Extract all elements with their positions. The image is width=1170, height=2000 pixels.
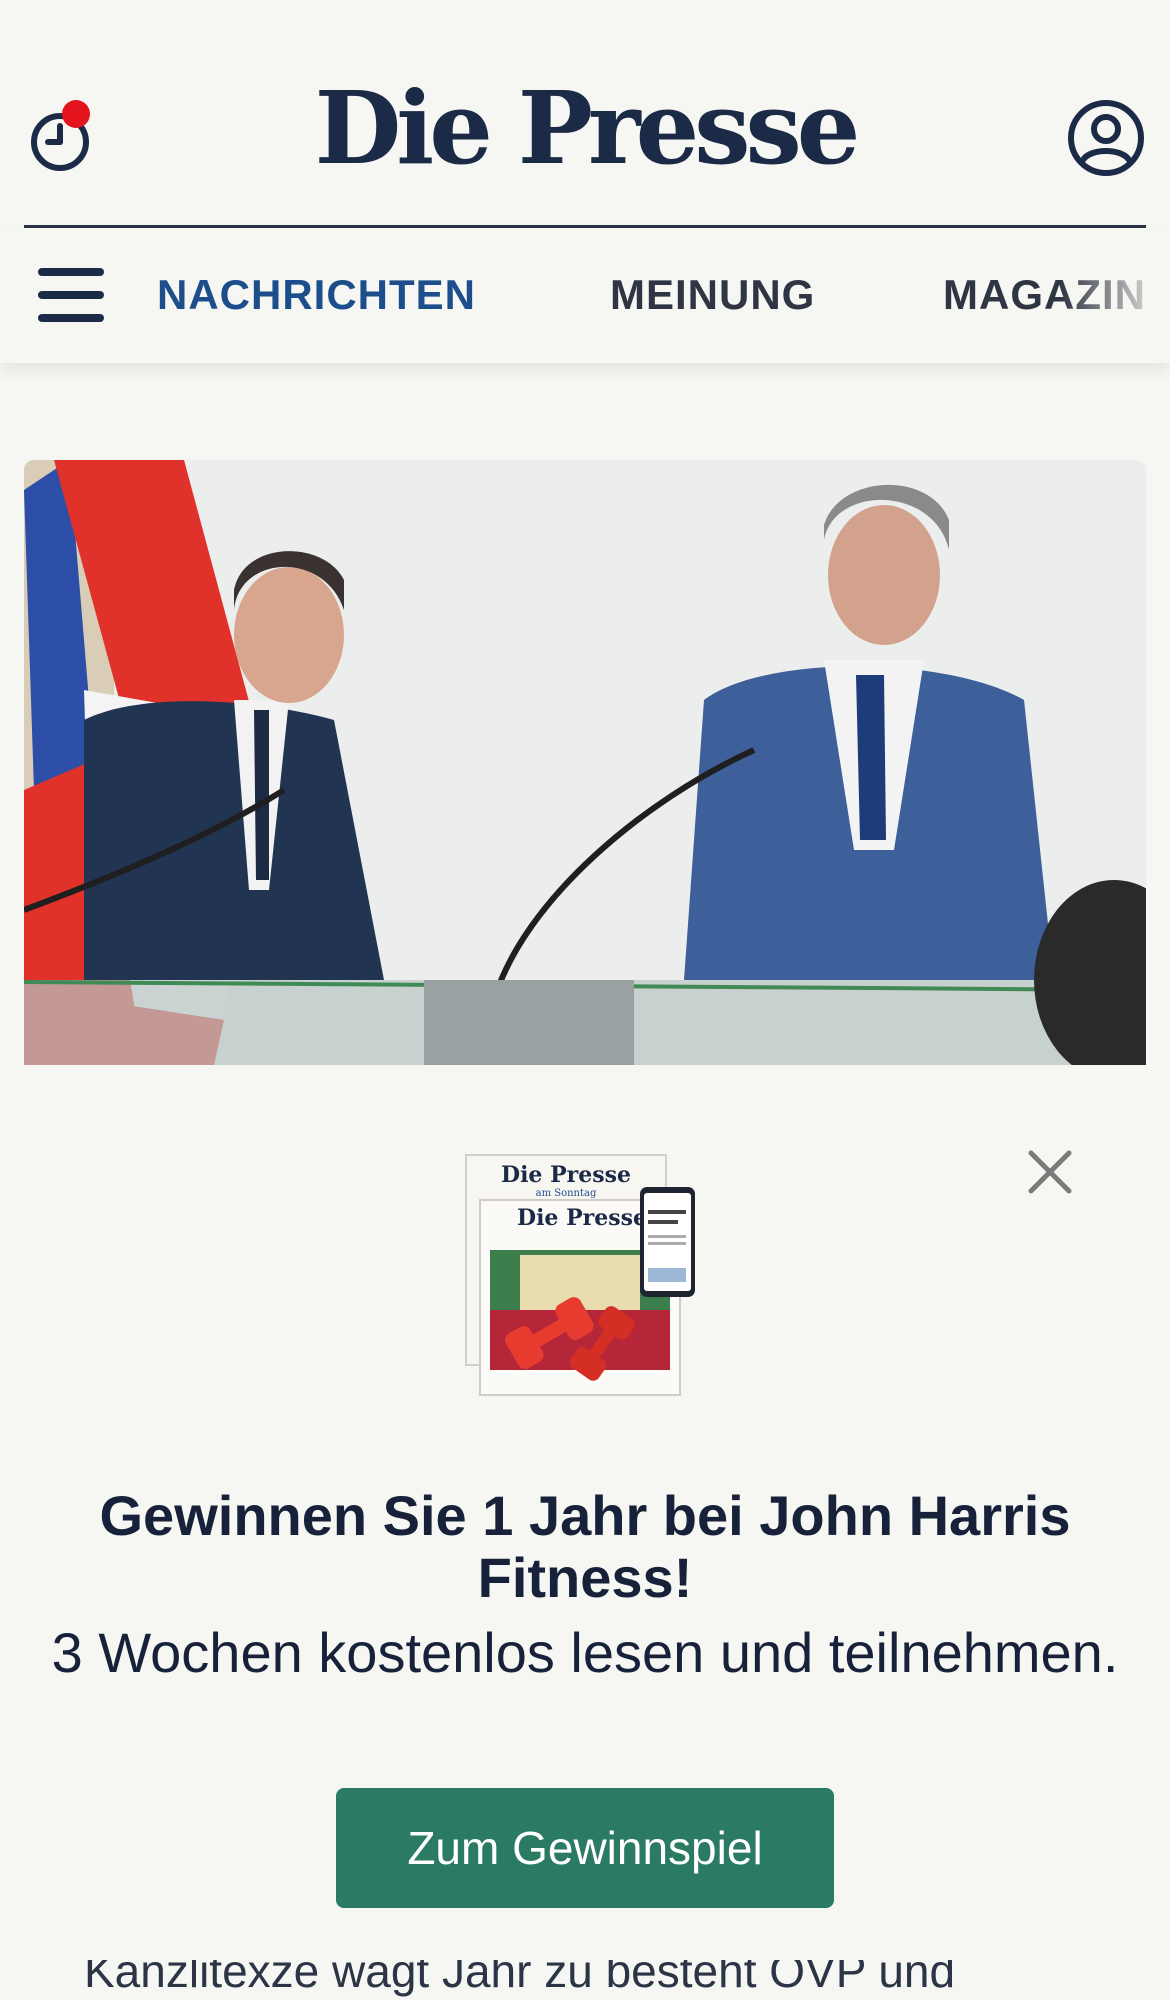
article-preview-text: Kanzlitexze wägt Jahr zu besteht ÖVP und	[24, 1960, 1146, 2000]
account-button[interactable]	[1066, 98, 1146, 178]
nav-fade	[1060, 228, 1170, 363]
close-icon	[1028, 1150, 1072, 1194]
nav-item-meinung[interactable]: MEINUNG	[610, 271, 815, 318]
article-preview-line: Kanzlitexze wägt Jahr zu besteht ÖVP und	[84, 1960, 956, 1997]
user-icon	[1068, 100, 1144, 176]
top-header: Die Presse	[0, 0, 1170, 225]
newspaper-logo-sunday-sub: am Sonntag	[536, 1188, 597, 1199]
press-conference-photo	[24, 460, 1146, 1065]
promo-subline: 3 Wochen kostenlos lesen und teilnehmen.	[51, 1621, 1119, 1684]
promo-image: Die Presse am Sonntag Die Presse	[460, 1150, 710, 1400]
newspaper-logo: Die Presse	[517, 1205, 647, 1231]
contest-button[interactable]: Zum Gewinnspiel	[336, 1788, 834, 1908]
nav-item-nachrichten[interactable]: NACHRICHTEN	[157, 271, 476, 318]
close-button[interactable]	[1025, 1147, 1075, 1197]
site-logo[interactable]: Die Presse	[0, 78, 1170, 178]
hamburger-menu-icon[interactable]	[38, 268, 106, 322]
promo-headline: Gewinnen Sie 1 Jahr bei John Harris Fitn…	[99, 1484, 1071, 1609]
section-nav: NACHRICHTEN MEINUNG MAGAZIN	[0, 228, 1170, 363]
hero-image[interactable]	[24, 460, 1146, 1065]
newspaper-logo-sunday: Die Presse	[501, 1162, 631, 1188]
